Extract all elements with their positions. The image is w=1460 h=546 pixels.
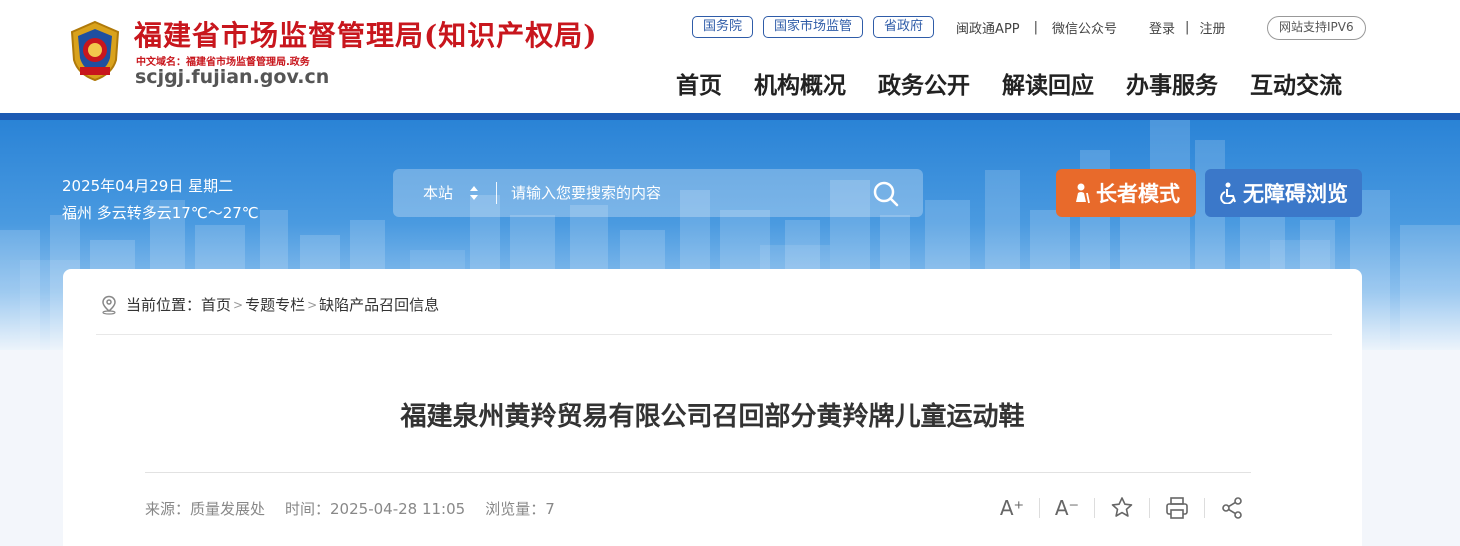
nav-interpretation[interactable]: 解读回应 — [1002, 66, 1094, 100]
wheelchair-icon — [1220, 182, 1236, 204]
state-council-link[interactable]: 国务院 — [692, 16, 754, 38]
tool-divider — [1204, 498, 1205, 518]
register-link[interactable]: 注册 — [1199, 18, 1225, 37]
article-views: 浏览量：7 — [485, 500, 555, 518]
elder-mode-button[interactable]: 长者模式 — [1056, 169, 1196, 217]
print-icon[interactable] — [1163, 494, 1191, 522]
breadcrumb-recall-info[interactable]: 缺陷产品召回信息 — [319, 294, 439, 315]
article-source: 来源：质量发展处 — [145, 500, 266, 518]
link-divider: | — [1033, 19, 1039, 35]
weather-info: 福州 多云转多云17℃～27℃ — [62, 204, 259, 222]
accessibility-button[interactable]: 无障碍浏览 — [1205, 169, 1362, 217]
search-input[interactable] — [511, 179, 851, 207]
mzt-app-link[interactable]: 闽政通APP — [956, 18, 1020, 37]
site-header: 福建省市场监督管理局(知识产权局) 中文域名：福建省市场监督管理局.政务 scj… — [0, 0, 1460, 113]
font-increase-button[interactable]: A⁺ — [998, 494, 1026, 522]
nav-services[interactable]: 办事服务 — [1126, 66, 1218, 100]
share-icon[interactable] — [1218, 494, 1246, 522]
search-scope-select[interactable]: 本站 — [423, 182, 453, 203]
breadcrumb-separator: > — [307, 297, 318, 312]
article-tools: A⁺ A⁻ — [998, 494, 1246, 522]
nav-home[interactable]: 首页 — [676, 66, 722, 100]
main-nav: 首页 机构概况 政务公开 解读回应 办事服务 互动交流 — [660, 66, 1358, 100]
article-meta: 来源：质量发展处 时间：2025-04-28 11:05 浏览量：7 — [145, 498, 575, 519]
accessibility-label: 无障碍浏览 — [1243, 182, 1348, 206]
tool-divider — [1039, 498, 1040, 518]
font-decrease-button[interactable]: A⁻ — [1053, 494, 1081, 522]
link-divider: | — [1185, 19, 1190, 35]
header-divider — [0, 113, 1460, 120]
nav-interaction[interactable]: 互动交流 — [1250, 66, 1342, 100]
current-date: 2025年04月29日 星期二 — [62, 177, 234, 195]
nav-public-affairs[interactable]: 政务公开 — [878, 66, 970, 100]
nav-organization[interactable]: 机构概况 — [754, 66, 846, 100]
ipv6-badge: 网站支持IPV6 — [1267, 16, 1366, 40]
wechat-link[interactable]: 微信公众号 — [1052, 18, 1117, 37]
top-links-bar: 国务院 国家市场监管 省政府 闽政通APP | 微信公众号 登录 | 注册 — [692, 16, 1225, 38]
site-title[interactable]: 福建省市场监督管理局(知识产权局) — [134, 14, 598, 54]
breadcrumb-label: 当前位置： — [126, 296, 202, 314]
province-gov-link[interactable]: 省政府 — [873, 16, 935, 38]
samr-link[interactable]: 国家市场监管 — [763, 16, 864, 38]
tool-divider — [1094, 498, 1095, 518]
favorite-star-icon[interactable] — [1108, 494, 1136, 522]
sort-arrows-icon[interactable] — [469, 184, 479, 202]
breadcrumb-home[interactable]: 首页 — [201, 294, 231, 315]
search-icon[interactable] — [871, 179, 901, 209]
article-title: 福建泉州黄羚贸易有限公司召回部分黄羚牌儿童运动鞋 — [400, 402, 1025, 432]
tool-divider — [1149, 498, 1150, 518]
search-box: 本站 — [393, 169, 923, 217]
elder-person-icon — [1076, 183, 1090, 204]
login-link[interactable]: 登录 — [1149, 18, 1175, 37]
article-card: 当前位置： 首页 > 专题专栏 > 缺陷产品召回信息 福建泉州黄羚贸易有限公司召… — [63, 269, 1362, 546]
title-divider — [145, 472, 1251, 473]
location-pin-icon — [102, 295, 116, 315]
site-domain: scjgj.fujian.gov.cn — [135, 66, 330, 88]
article-time: 时间：2025-04-28 11:05 — [285, 500, 466, 518]
market-supervision-emblem-icon[interactable] — [66, 20, 124, 82]
breadcrumb-separator: > — [233, 297, 244, 312]
breadcrumb-special-topics[interactable]: 专题专栏 — [245, 294, 305, 315]
breadcrumb-divider — [96, 334, 1332, 335]
elder-mode-label: 长者模式 — [1096, 182, 1180, 206]
search-divider — [496, 182, 497, 204]
breadcrumb: 当前位置： 首页 > 专题专栏 > 缺陷产品召回信息 — [100, 294, 439, 315]
